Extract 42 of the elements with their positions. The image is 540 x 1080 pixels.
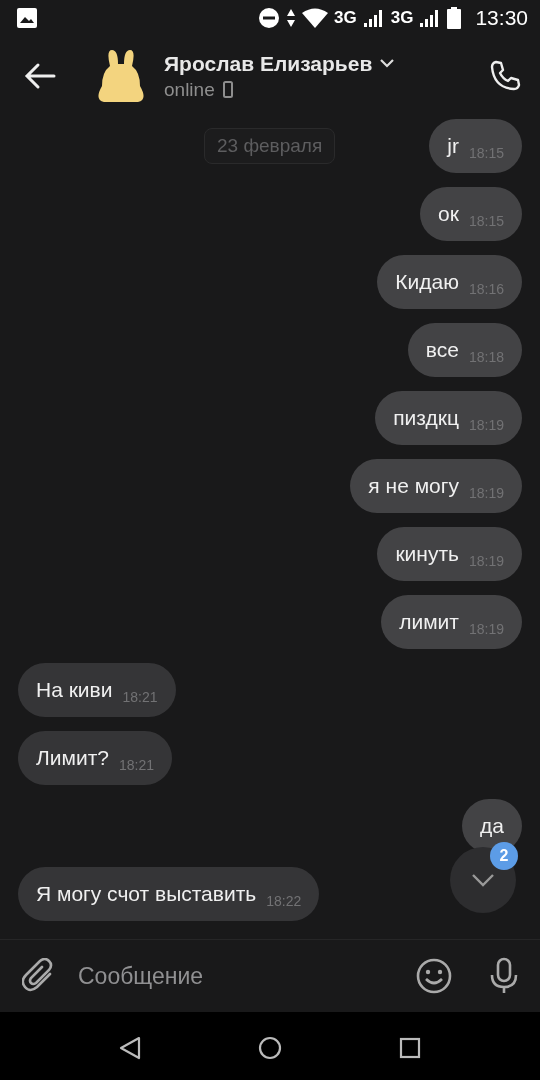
wifi-icon — [302, 8, 329, 28]
message-input[interactable]: Сообщение — [76, 955, 396, 997]
message-text: ок — [438, 202, 459, 226]
microphone-button[interactable] — [490, 957, 518, 995]
message-text: кинуть — [395, 542, 459, 566]
incoming-message-bubble[interactable]: Я могу счот выставить 18:22 — [18, 867, 320, 921]
network-type-label: 3G — [334, 8, 357, 28]
chevron-down-icon — [471, 873, 495, 887]
message-text: все — [425, 338, 459, 362]
signal-icon — [362, 8, 385, 28]
phone-device-icon — [222, 81, 233, 98]
message-text: Лимит? — [36, 746, 109, 770]
incoming-message-bubble[interactable]: На киви 18:21 — [18, 663, 176, 717]
message-text: Кидаю — [395, 270, 459, 294]
message-text: Я могу счот выставить — [36, 882, 257, 906]
battery-icon — [447, 7, 462, 29]
message-text: я не могу — [368, 474, 459, 498]
date-chip: 23 февраля — [204, 128, 336, 164]
home-nav-button[interactable] — [258, 1036, 282, 1060]
emoji-button[interactable] — [416, 958, 452, 994]
message-text: да — [480, 814, 504, 838]
back-nav-button[interactable] — [118, 1036, 141, 1060]
do-not-disturb-icon — [258, 7, 281, 29]
image-notification-icon — [16, 7, 38, 29]
online-status: online — [164, 78, 215, 101]
incoming-message-bubble[interactable]: Лимит? 18:21 — [18, 731, 173, 785]
message-time: 18:22 — [266, 893, 302, 909]
data-transfer-icon — [286, 8, 297, 28]
clock-time: 13:30 — [475, 6, 528, 30]
unread-count-badge: 2 — [490, 842, 518, 870]
contact-name[interactable]: Ярослав Елизарьев — [164, 51, 373, 76]
network-type-label: 3G — [390, 8, 414, 28]
message-text: лимит — [399, 610, 459, 634]
chevron-down-icon[interactable] — [380, 59, 395, 68]
back-button[interactable] — [24, 62, 56, 90]
message-text: На киви — [36, 678, 113, 702]
recents-nav-button[interactable] — [399, 1037, 422, 1059]
message-time: 18:21 — [119, 757, 155, 773]
message-time: 18:21 — [122, 689, 158, 705]
call-button[interactable] — [488, 59, 522, 93]
message-text: пиздкц — [393, 406, 459, 430]
message-text: jr — [447, 134, 459, 158]
